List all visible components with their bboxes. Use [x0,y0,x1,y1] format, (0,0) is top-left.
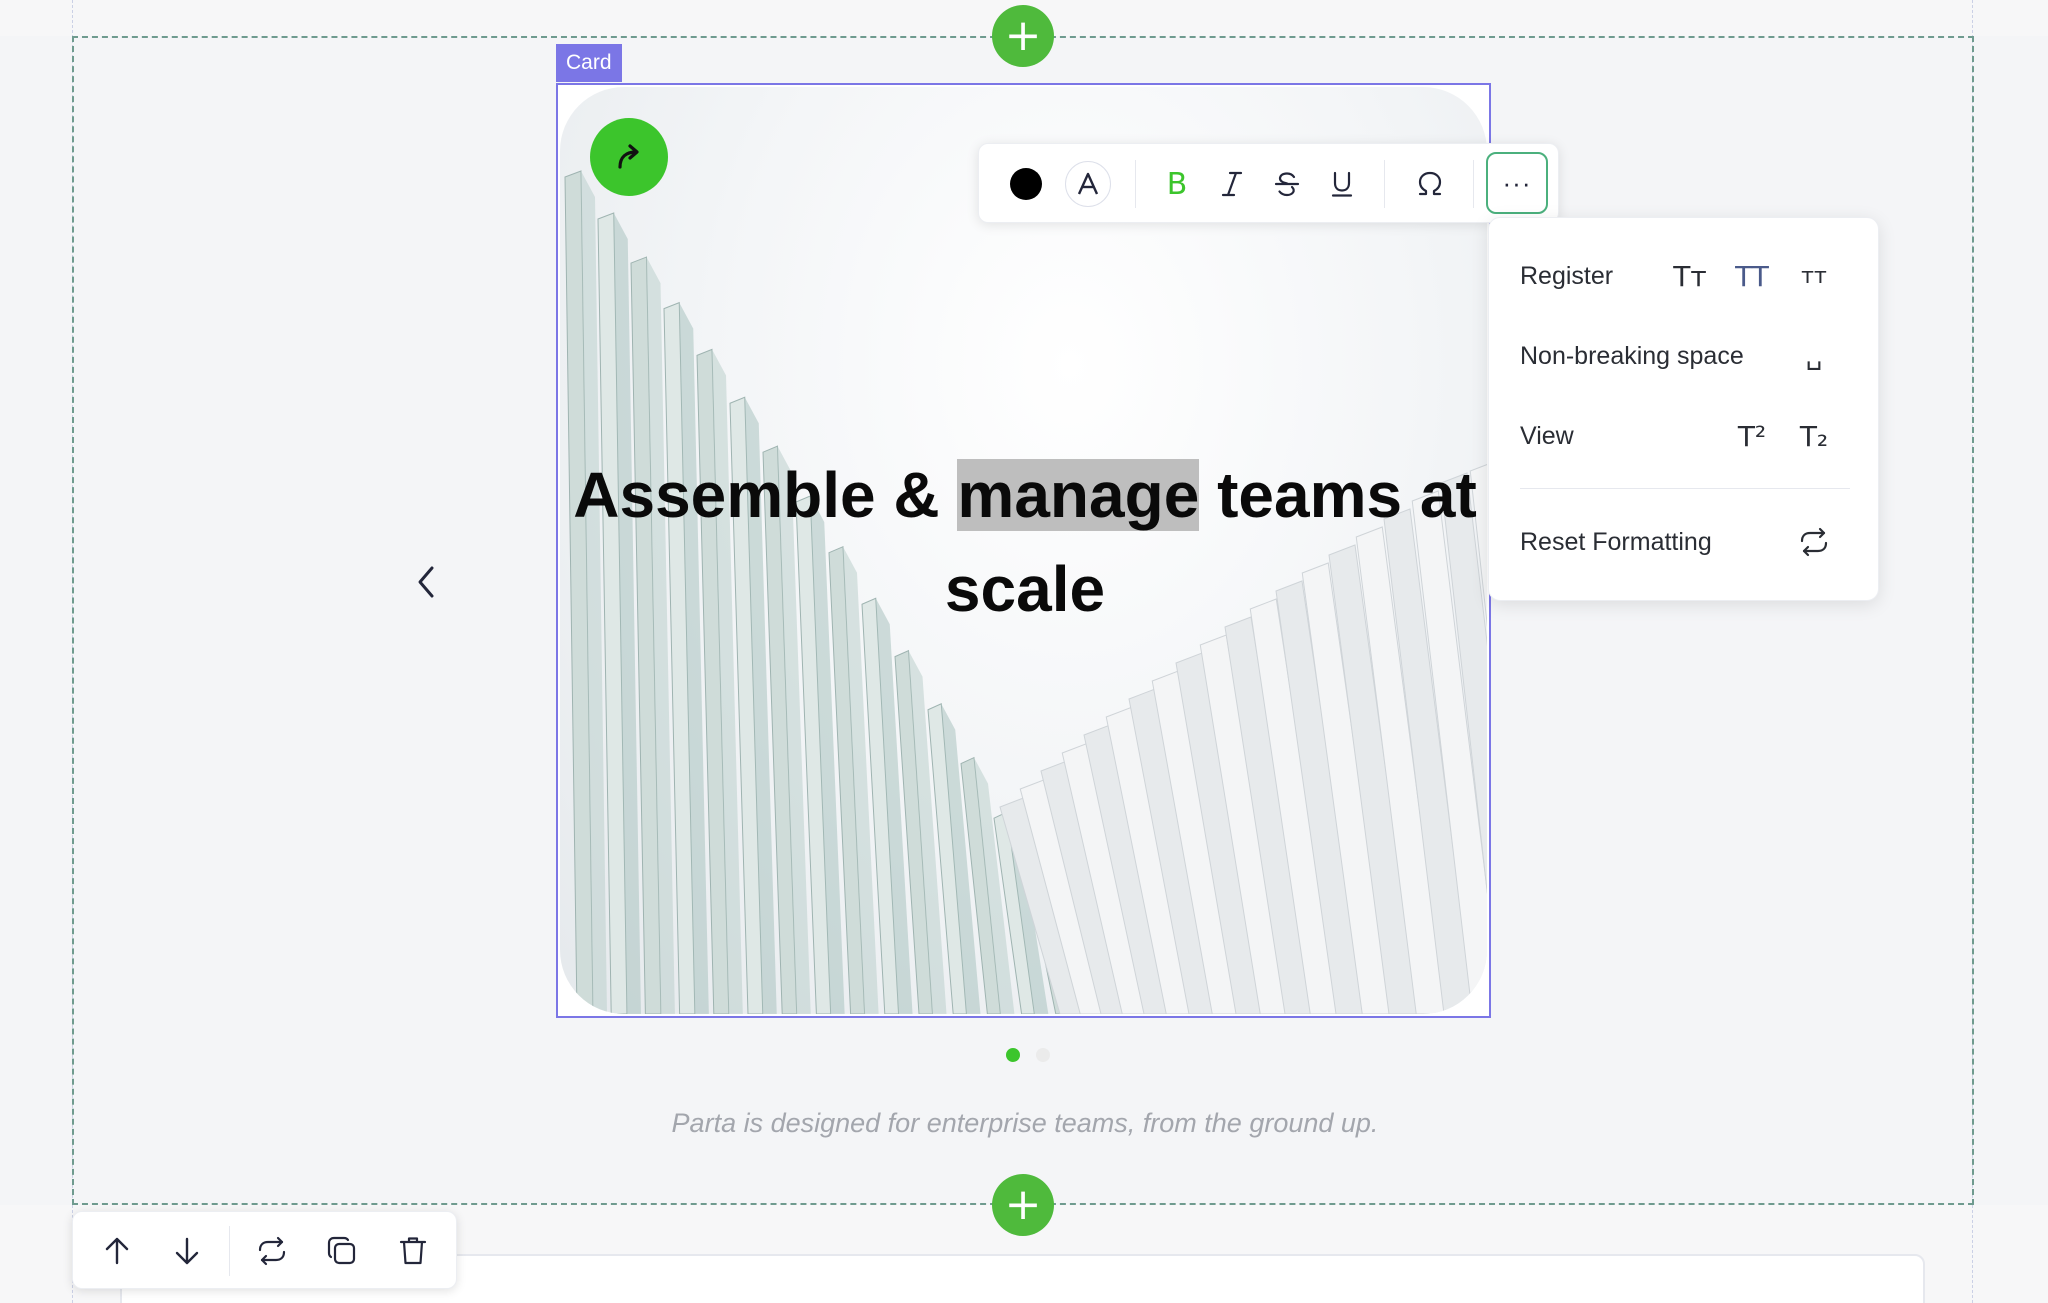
non-breaking-space-label: Non-breaking space [1520,341,1744,370]
subscript-button[interactable]: T₂ [1791,413,1837,459]
small-caps-button[interactable]: тт [1791,253,1837,299]
repeat-icon [1800,527,1828,557]
capitalize-button[interactable]: Tт [1667,253,1713,299]
toolbar-divider [1384,160,1385,208]
bold-button[interactable]: B [1154,161,1200,207]
move-block-up-button[interactable] [95,1229,139,1273]
pagination-dot[interactable] [1036,1048,1050,1062]
menu-row-view: View T² T₂ [1489,406,1880,466]
card-caption[interactable]: Parta is designed for enterprise teams, … [560,1108,1490,1139]
chevron-left-icon [418,566,434,598]
duplicate-block-button[interactable] [320,1229,364,1273]
card-type-tag: Card [556,44,622,82]
arrow-down-icon [175,1237,199,1265]
share-arrow-icon [618,144,639,169]
block-actions-toolbar [72,1211,457,1289]
headline-selected-text[interactable]: manage [957,459,1200,531]
menu-divider [1520,488,1850,489]
card-headline[interactable]: Assemble & manage teams at scale [560,448,1490,636]
uppercase-button[interactable]: TT [1729,253,1775,299]
underline-button[interactable] [1319,161,1365,207]
add-block-below-button[interactable]: + [992,1174,1054,1236]
non-breaking-space-icon[interactable]: ␣ [1791,333,1837,379]
strikethrough-button[interactable] [1264,161,1310,207]
delete-block-button[interactable] [391,1229,435,1273]
menu-row-register: Register Tт TT тт [1489,246,1880,306]
italic-icon [1221,171,1243,197]
reset-formatting-label: Reset Formatting [1520,527,1712,556]
underline-icon [1331,171,1353,197]
text-color-swatch [1010,168,1042,200]
repeat-icon [258,1236,286,1266]
strikethrough-icon [1274,172,1300,197]
pagination-dot-active[interactable] [1006,1048,1020,1062]
slide-pagination [1006,1048,1050,1062]
add-block-above-button[interactable]: + [992,5,1054,67]
superscript-button[interactable]: T² [1729,413,1775,459]
italic-button[interactable] [1209,161,1255,207]
text-format-toolbar: B ··· [978,143,1559,223]
toolbar-divider [1135,160,1136,208]
reset-formatting-icon[interactable] [1791,519,1837,565]
more-options-button[interactable]: ··· [1486,152,1548,214]
trash-icon [399,1237,427,1265]
text-color-button[interactable] [1003,161,1049,207]
toolbar-divider [229,1226,230,1276]
headline-text-before: Assemble & [573,459,958,531]
move-block-down-button[interactable] [165,1229,209,1273]
swap-block-button[interactable] [250,1229,294,1273]
menu-row-reset-formatting[interactable]: Reset Formatting [1489,512,1880,572]
previous-slide-button[interactable] [404,560,448,604]
copy-icon [327,1236,356,1265]
arrow-up-icon [105,1237,129,1265]
font-color-icon [1077,172,1099,195]
menu-row-non-breaking-space[interactable]: Non-breaking space ␣ [1489,326,1880,386]
highlight-color-button[interactable] [1065,161,1111,207]
view-label: View [1520,421,1574,450]
share-button[interactable] [590,118,668,196]
omega-icon [1418,171,1442,196]
special-characters-button[interactable] [1407,161,1453,207]
more-options-menu: Register Tт TT тт Non-breaking space ␣ V… [1488,217,1879,601]
register-label: Register [1520,261,1614,290]
toolbar-divider [1473,160,1474,208]
